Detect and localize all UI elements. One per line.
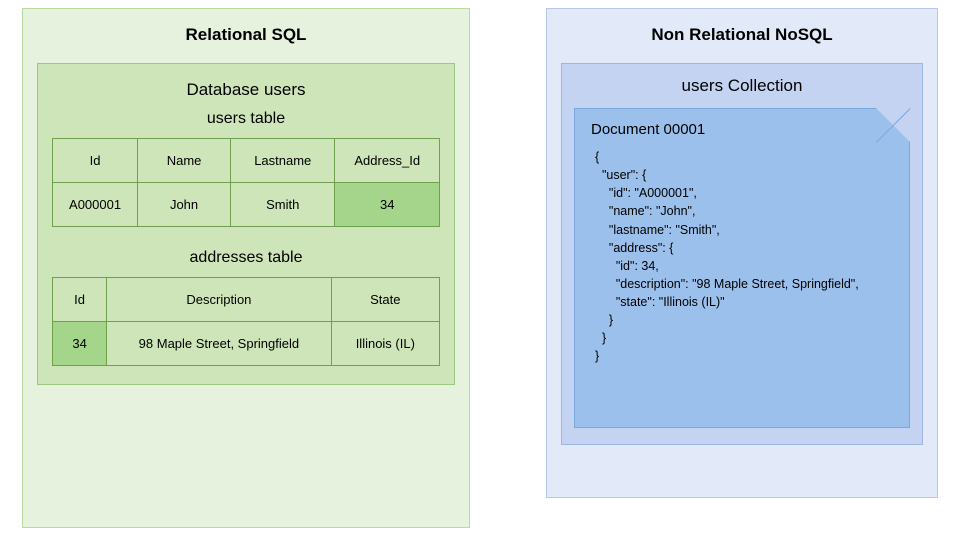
document-fold-icon — [876, 108, 910, 142]
relational-panel: Relational SQL Database users users tabl… — [22, 8, 470, 528]
table-row: 34 98 Maple Street, Springfield Illinois… — [53, 322, 440, 366]
td-description: 98 Maple Street, Springfield — [107, 322, 331, 366]
table-row: A000001 John Smith 34 — [53, 183, 440, 227]
users-table-title: users table — [52, 110, 440, 128]
database-box: Database users users table Id Name Lastn… — [37, 63, 455, 385]
th-address-id: Address_Id — [335, 139, 440, 183]
relational-title: Relational SQL — [23, 9, 469, 59]
td-id: 34 — [53, 322, 107, 366]
document-box: Document 00001 { "user": { "id": "A00000… — [574, 108, 910, 428]
th-state: State — [331, 278, 439, 322]
td-lastname: Smith — [231, 183, 335, 227]
th-id: Id — [53, 139, 138, 183]
addresses-table: Id Description State 34 98 Maple Street,… — [52, 277, 440, 366]
database-title: Database users — [52, 80, 440, 100]
table-header-row: Id Name Lastname Address_Id — [53, 139, 440, 183]
document-title: Document 00001 — [591, 121, 899, 138]
nosql-panel: Non Relational NoSQL users Collection Do… — [546, 8, 938, 498]
th-name: Name — [138, 139, 231, 183]
nosql-title: Non Relational NoSQL — [547, 9, 937, 59]
table-header-row: Id Description State — [53, 278, 440, 322]
users-table: Id Name Lastname Address_Id A000001 John… — [52, 138, 440, 227]
td-name: John — [138, 183, 231, 227]
td-address-id: 34 — [335, 183, 440, 227]
addresses-table-title: addresses table — [52, 249, 440, 267]
th-description: Description — [107, 278, 331, 322]
collection-box: users Collection Document 00001 { "user"… — [561, 63, 923, 445]
th-id: Id — [53, 278, 107, 322]
td-state: Illinois (IL) — [331, 322, 439, 366]
th-lastname: Lastname — [231, 139, 335, 183]
collection-title: users Collection — [574, 76, 910, 96]
document-json: { "user": { "id": "A000001", "name": "Jo… — [595, 148, 893, 366]
td-id: A000001 — [53, 183, 138, 227]
